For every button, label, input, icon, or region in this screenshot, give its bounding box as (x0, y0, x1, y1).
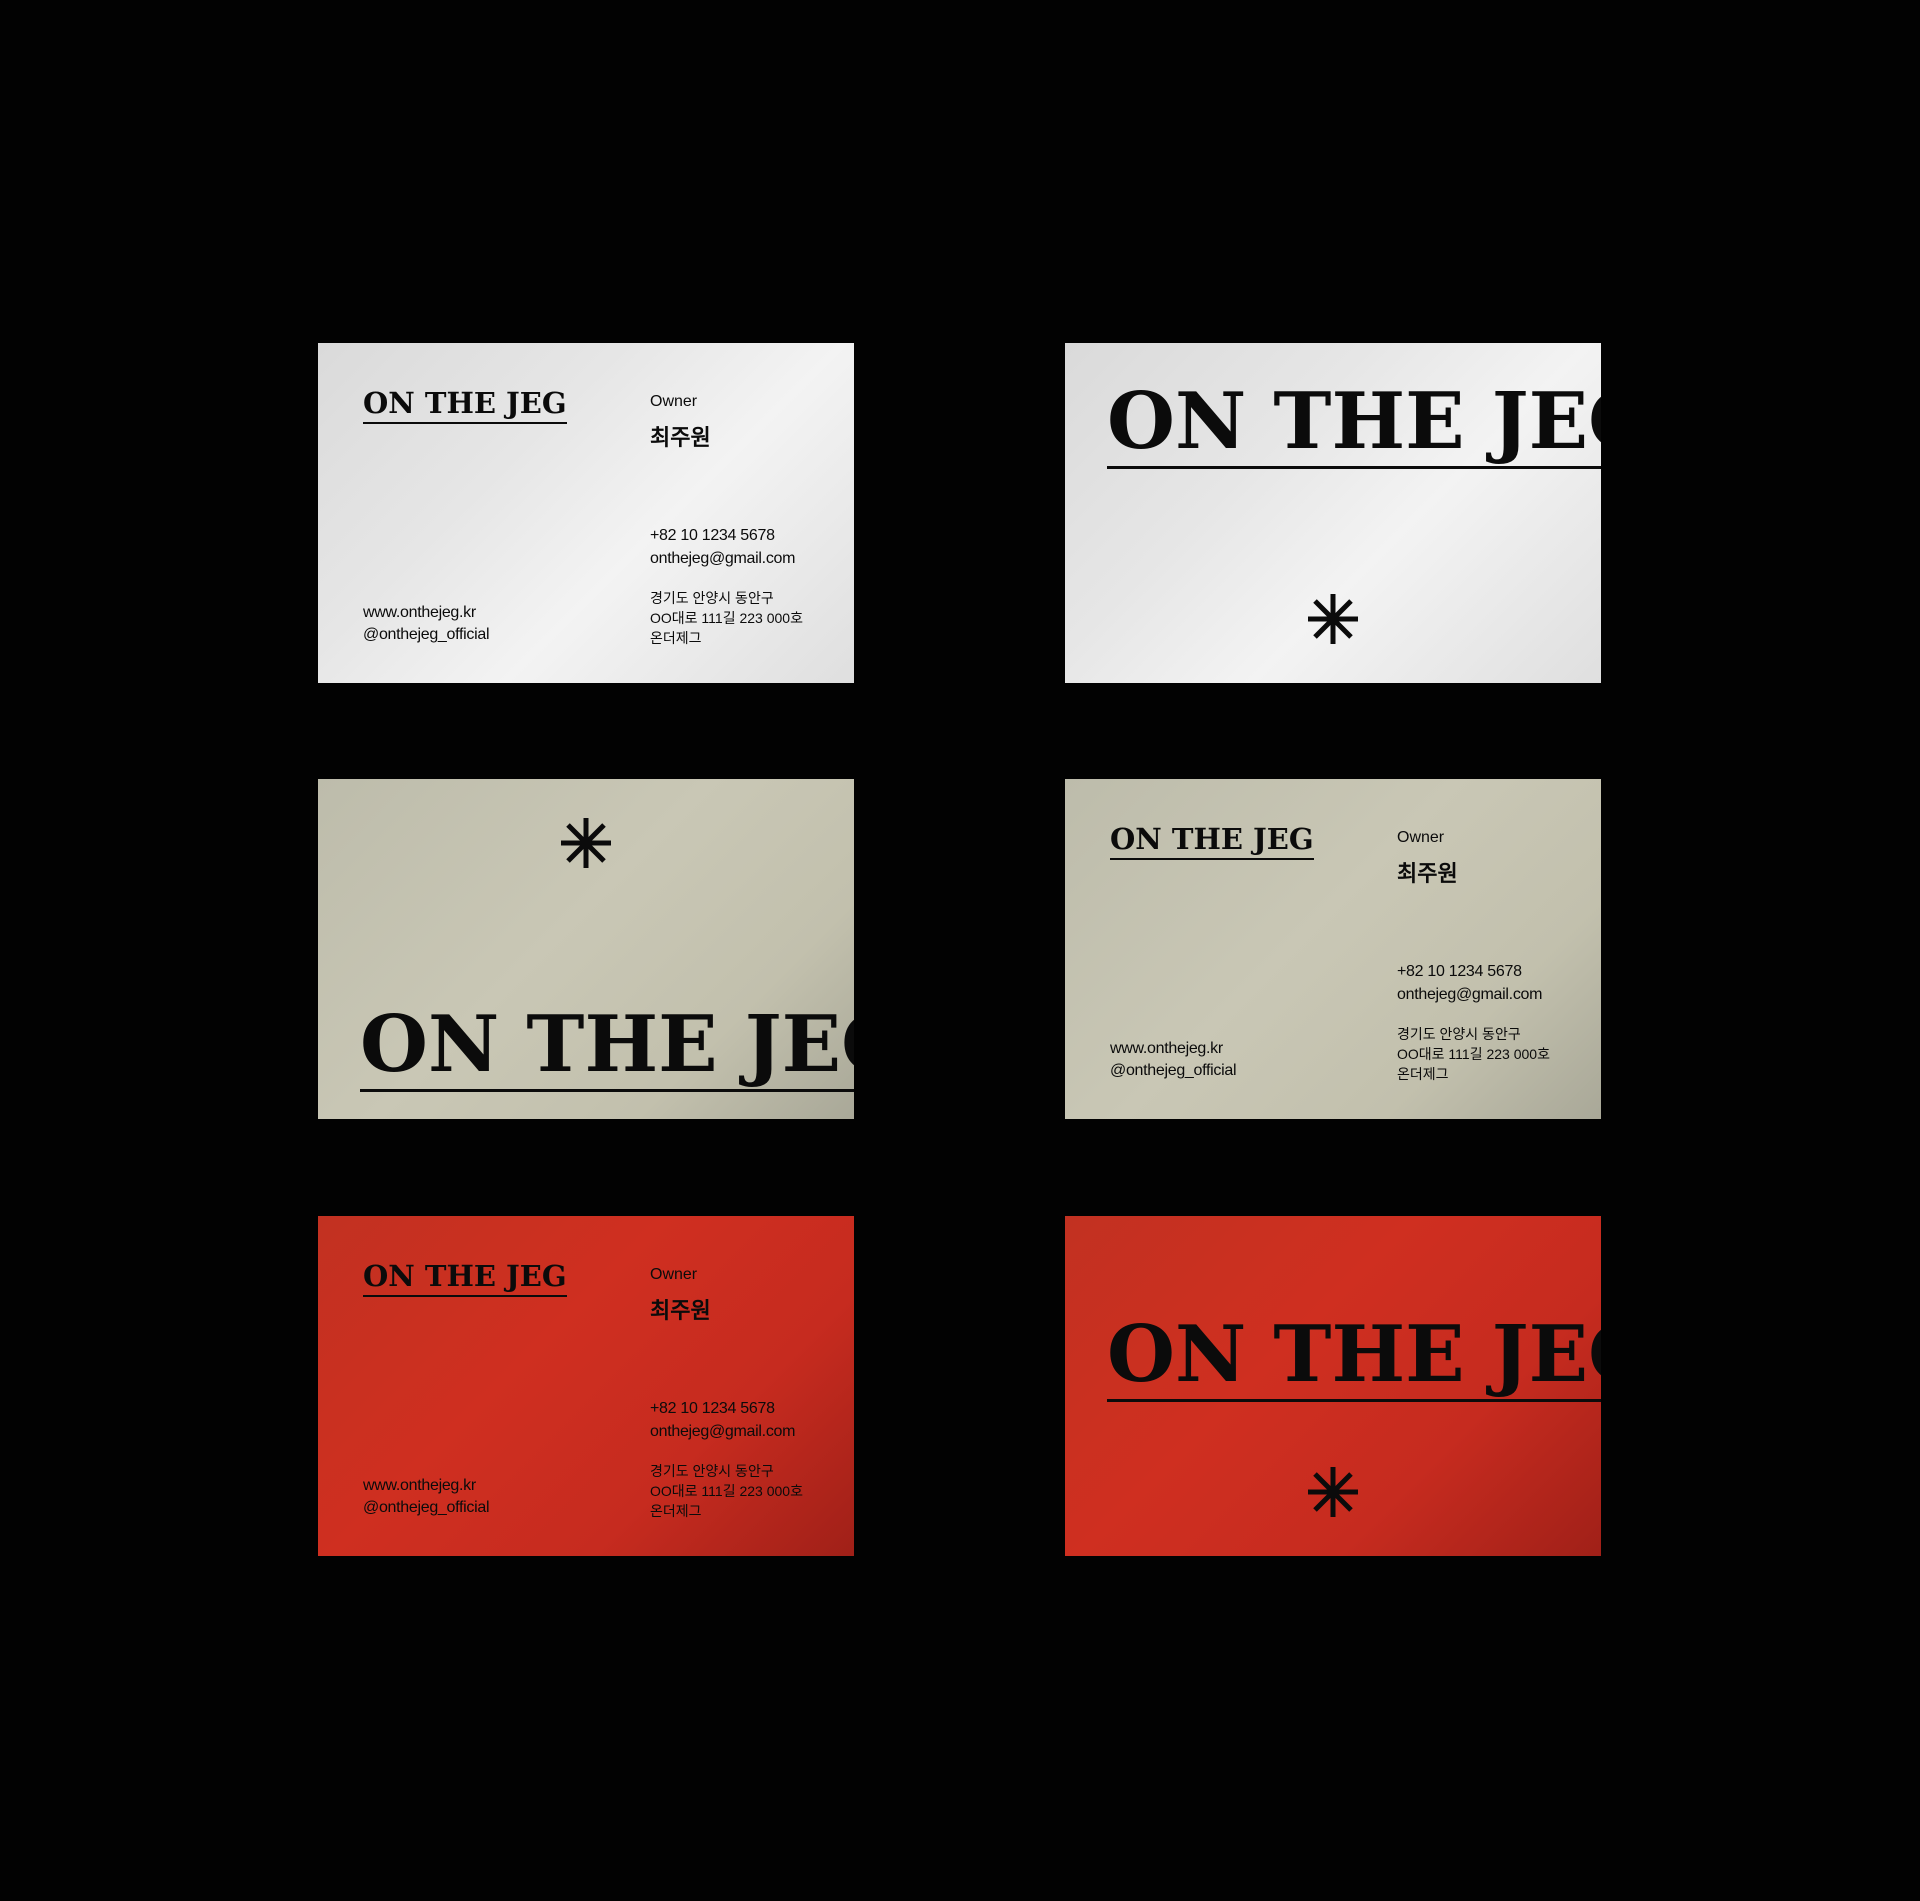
business-card-silver-front: ON THE JEG Owner 최주원 +82 10 1234 5678 on… (318, 343, 854, 683)
owner-name: 최주원 (650, 1298, 711, 1323)
instagram-handle: @onthejeg_official (1110, 1062, 1237, 1079)
role-label: Owner (650, 393, 698, 410)
address-line-2: OO대로 111길 223 000호 (650, 1483, 803, 1499)
owner-name: 최주원 (1397, 861, 1458, 886)
email-address: onthejeg@gmail.com (1397, 986, 1543, 1003)
brand-logo: ON THE JEG (363, 1262, 567, 1297)
asterisk-icon (1308, 1467, 1358, 1517)
business-card-sage-front: ON THE JEG Owner 최주원 +82 10 1234 5678 on… (1065, 779, 1601, 1119)
instagram-handle: @onthejeg_official (363, 1499, 490, 1516)
phone-number: +82 10 1234 5678 (1397, 963, 1522, 980)
brand-logo: ON THE JEG (363, 389, 567, 424)
business-card-sage-back: ON THE JEG (318, 779, 854, 1119)
address-line-2: OO대로 111길 223 000호 (1397, 1046, 1550, 1062)
asterisk-icon (1308, 594, 1358, 644)
phone-number: +82 10 1234 5678 (650, 527, 775, 544)
role-label: Owner (1397, 829, 1445, 846)
instagram-handle: @onthejeg_official (363, 626, 490, 643)
brand-logo: ON THE JEG (1107, 1316, 1601, 1402)
brand-logo: ON THE JEG (1110, 825, 1314, 860)
role-label: Owner (650, 1266, 698, 1283)
website-url: www.onthejeg.kr (363, 604, 476, 621)
brand-logo: ON THE JEG (1107, 383, 1601, 469)
business-card-silver-back: ON THE JEG (1065, 343, 1601, 683)
address-line-3: 온더제그 (650, 630, 702, 646)
owner-name: 최주원 (650, 425, 711, 450)
address-line-3: 온더제그 (650, 1503, 702, 1519)
phone-number: +82 10 1234 5678 (650, 1400, 775, 1417)
business-card-red-front: ON THE JEG Owner 최주원 +82 10 1234 5678 on… (318, 1216, 854, 1556)
business-card-red-back: ON THE JEG (1065, 1216, 1601, 1556)
address-line-3: 온더제그 (1397, 1066, 1449, 1082)
address-line-1: 경기도 안양시 동안구 (1397, 1026, 1521, 1042)
email-address: onthejeg@gmail.com (650, 1423, 796, 1440)
website-url: www.onthejeg.kr (363, 1477, 476, 1494)
brand-logo: ON THE JEG (360, 1006, 854, 1092)
address-line-1: 경기도 안양시 동안구 (650, 1463, 774, 1479)
address-line-2: OO대로 111길 223 000호 (650, 610, 803, 626)
website-url: www.onthejeg.kr (1110, 1040, 1223, 1057)
address-line-1: 경기도 안양시 동안구 (650, 590, 774, 606)
email-address: onthejeg@gmail.com (650, 550, 796, 567)
asterisk-icon (561, 818, 611, 868)
